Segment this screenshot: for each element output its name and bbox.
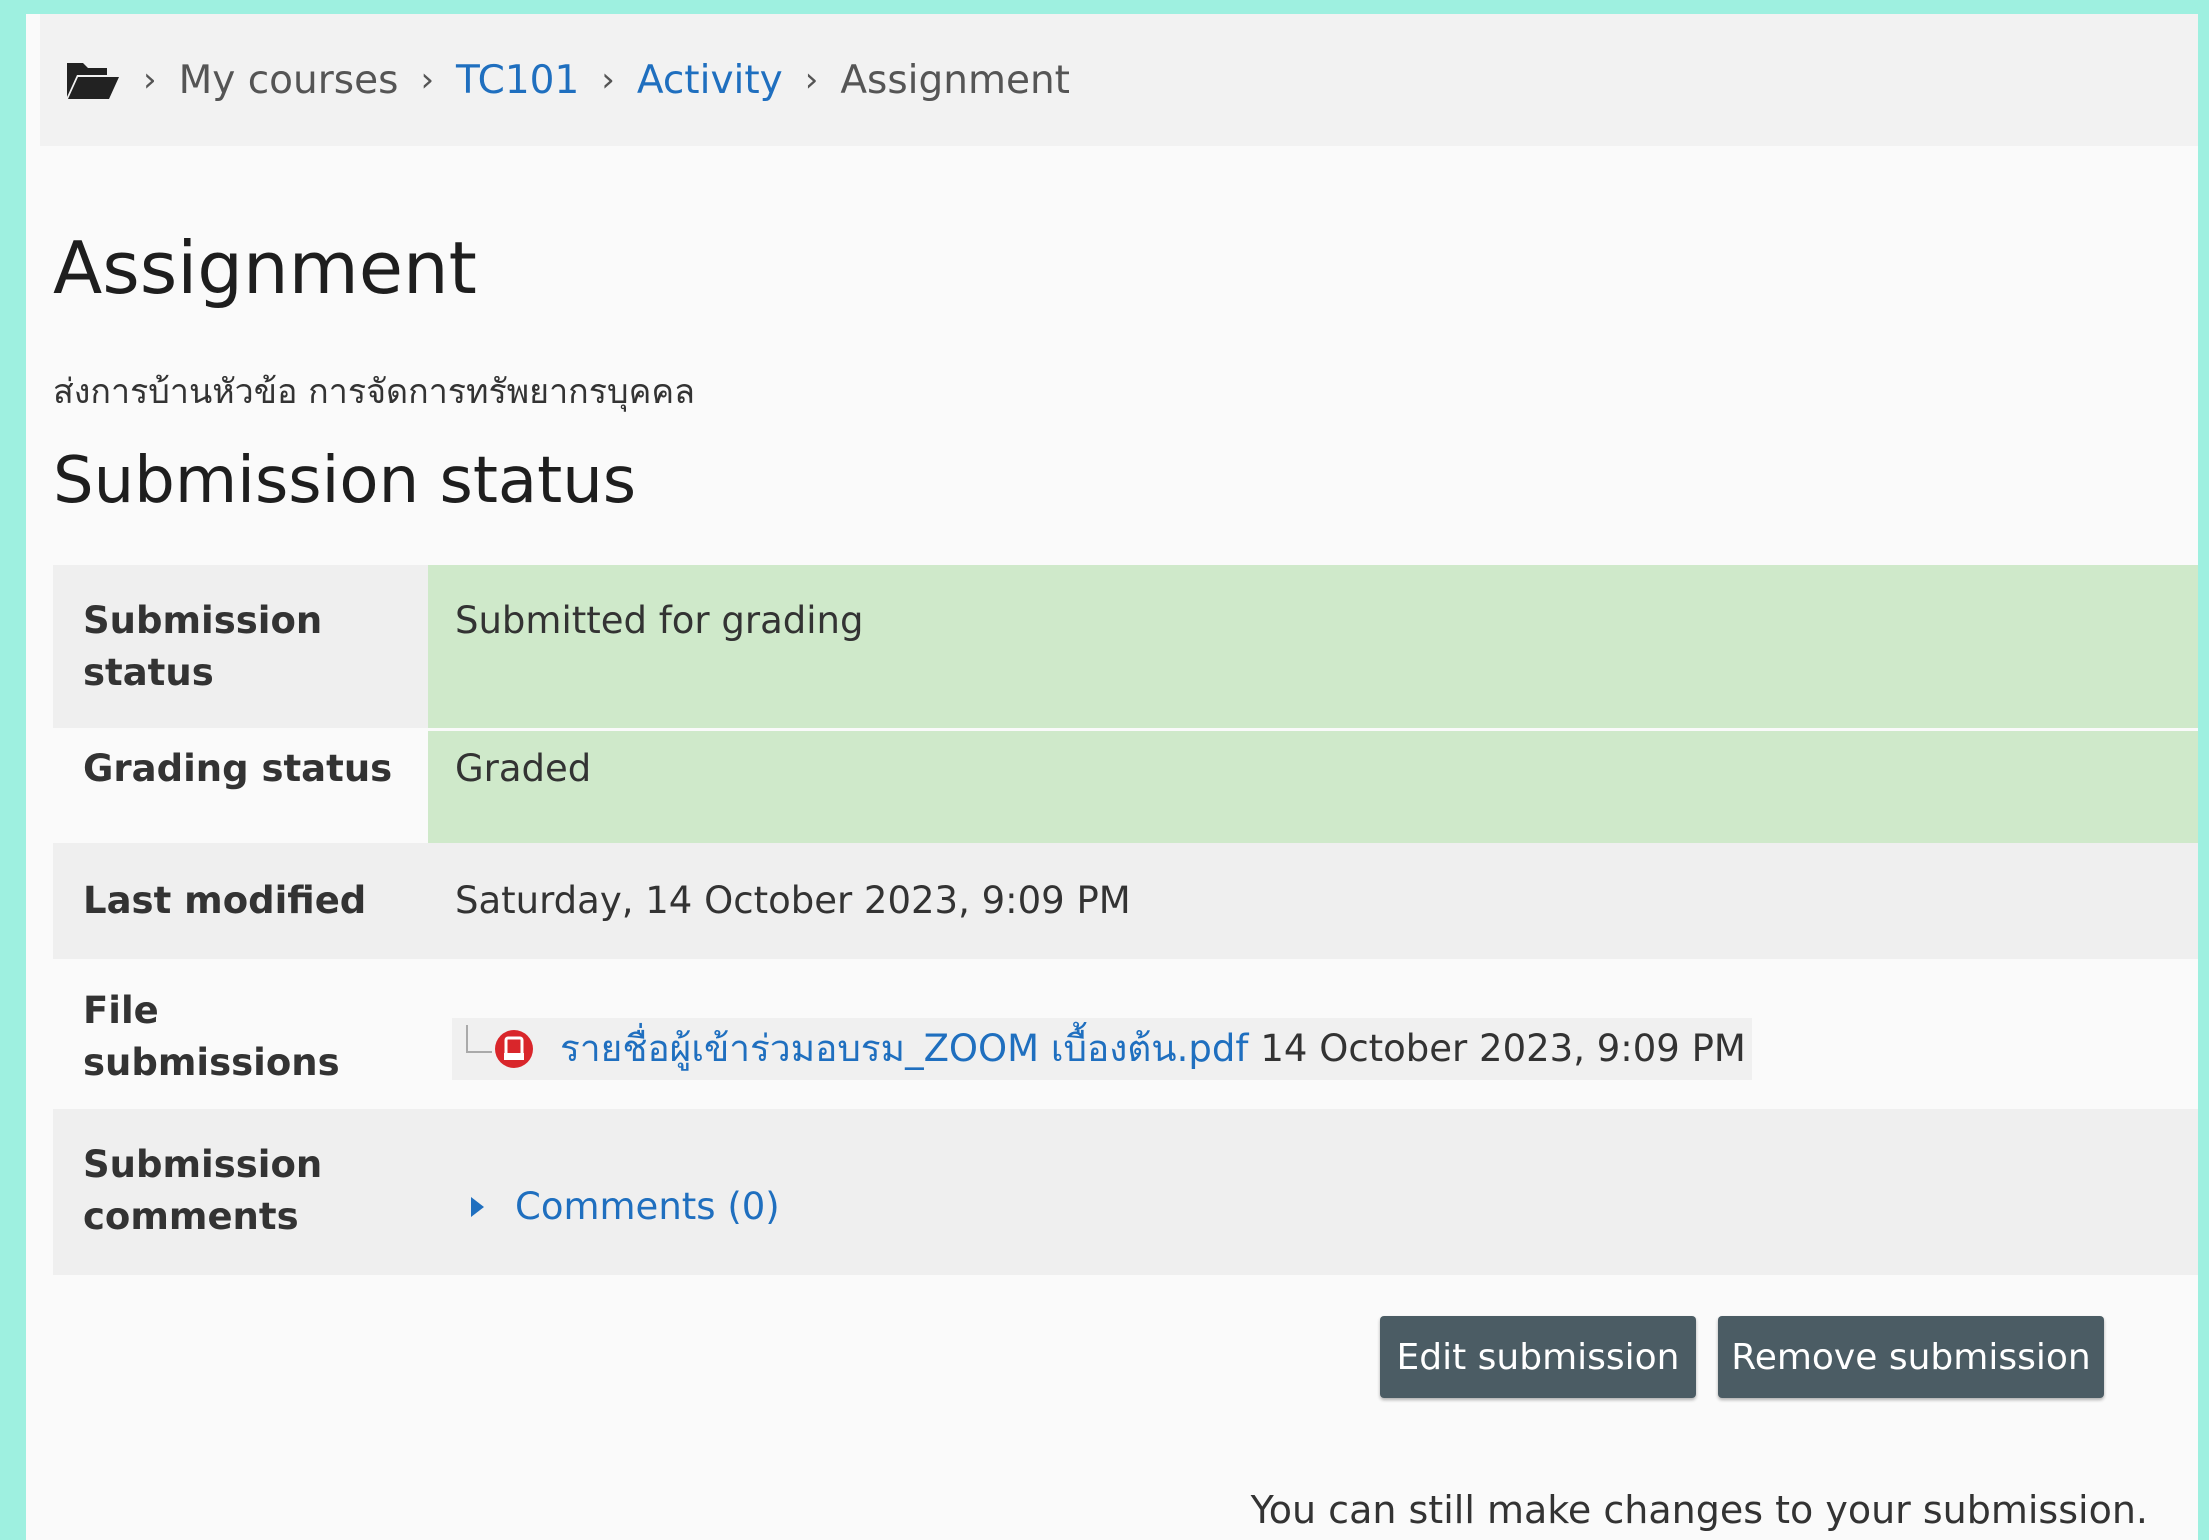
page-title: Assignment (53, 226, 477, 310)
breadcrumb-separator: › (601, 60, 615, 100)
last-modified-value: Saturday, 14 October 2023, 9:09 PM (428, 843, 2198, 959)
table-row-grading-status: Grading status Graded (53, 727, 2198, 843)
grading-status-value: Graded (428, 727, 2198, 843)
breadcrumb-current: Assignment (840, 57, 1070, 103)
edit-submission-button[interactable]: Edit submission (1380, 1316, 1696, 1398)
comments-link[interactable]: Comments (0) (515, 1181, 780, 1233)
table-row-submission-status: Submission status Submitted for grading (53, 565, 2198, 729)
submission-status-heading: Submission status (53, 444, 637, 518)
file-date: 14 October 2023, 9:09 PM (1260, 1027, 1746, 1070)
pdf-icon (494, 1029, 534, 1069)
breadcrumb-separator: › (804, 60, 819, 100)
table-row-submission-comments: Submission comments Comments (0) (53, 1109, 2198, 1275)
folder-open-icon[interactable] (65, 57, 121, 103)
breadcrumb-course-link[interactable]: TC101 (456, 58, 579, 103)
submitted-file-link[interactable]: รายชื่อผู้เข้าร่วมอบรม_ZOOM เบื้องต้น.pd… (560, 1023, 1248, 1075)
breadcrumb-separator: › (143, 60, 157, 100)
submission-status-label: Submission status (53, 565, 428, 729)
remove-submission-button[interactable]: Remove submission (1718, 1316, 2104, 1398)
breadcrumb-activity-link[interactable]: Activity (637, 58, 783, 103)
changes-allowed-note: You can still make changes to your submi… (1250, 1488, 2148, 1532)
file-submissions-value: รายชื่อผู้เข้าร่วมอบรม_ZOOM เบื้องต้น.pd… (428, 959, 2198, 1109)
grading-status-label: Grading status (53, 727, 428, 843)
last-modified-label: Last modified (53, 843, 428, 959)
submission-status-value: Submitted for grading (428, 565, 2198, 729)
table-row-last-modified: Last modified Saturday, 14 October 2023,… (53, 843, 2198, 959)
breadcrumb: › My courses › TC101 › Activity › Assign… (40, 14, 2198, 146)
breadcrumb-separator: › (420, 60, 435, 100)
breadcrumb-my-courses: My courses (178, 57, 399, 103)
submission-comments-value: Comments (0) (428, 1109, 2198, 1275)
tree-connector (466, 1025, 492, 1053)
table-row-file-submissions: File submissions รายชื่อผู้เข้าร่วมอบรม_… (53, 959, 2198, 1109)
assignment-description: ส่งการบ้านหัวข้อ การจัดการทรัพยากรบุคคล (53, 372, 695, 412)
file-submissions-label: File submissions (53, 959, 428, 1109)
assignment-page: › My courses › TC101 › Activity › Assign… (26, 14, 2198, 1540)
comments-toggle[interactable]: Comments (0) (455, 1181, 780, 1233)
submission-comments-label: Submission comments (53, 1109, 428, 1275)
submission-status-table: Submission status Submitted for grading … (53, 565, 2198, 1275)
caret-right-icon (471, 1197, 484, 1217)
file-entry: รายชื่อผู้เข้าร่วมอบรม_ZOOM เบื้องต้น.pd… (452, 1018, 1752, 1080)
